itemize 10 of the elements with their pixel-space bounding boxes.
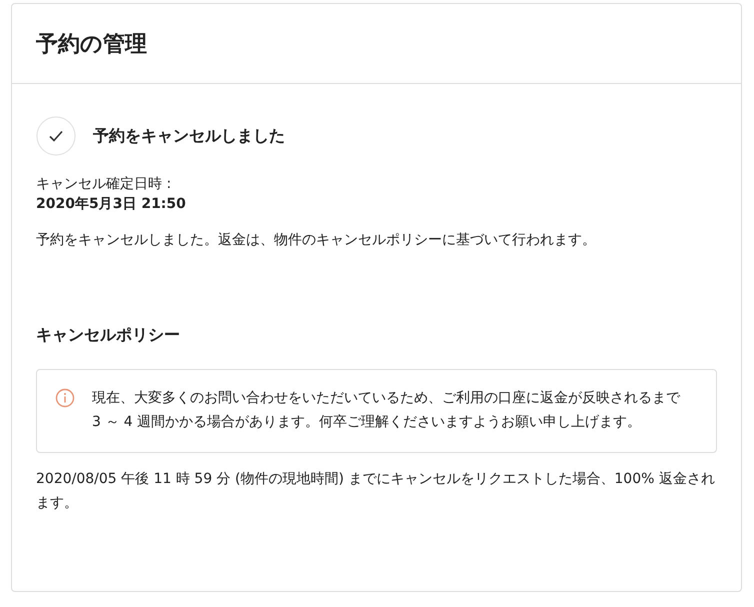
confirmation-date: 2020年5月3日 21:50 (36, 195, 187, 213)
policy-terms: 2020/08/05 午後 11 時 59 分 (物件の現地時間) までにキャンセルをリクエストした場合、100% 返金されます。 (36, 470, 716, 513)
policy-heading: キャンセルポリシー (36, 325, 181, 346)
confirmation-label: キャンセル確定日時 : (36, 175, 172, 193)
page-title: 予約の管理 (36, 30, 147, 58)
check-icon (36, 116, 76, 156)
cancellation-message: 予約をキャンセルしました。返金は、物件のキャンセルポリシーに基づいて行われます。 (36, 231, 597, 249)
notice-text: 現在、大変多くのお問い合わせをいただいているため、ご利用の口座に返金が反映されるまで 3 ～ 4 週間かかる場合があります。何卒ご理解くださいますようお願い申し上げます。 (92, 389, 682, 432)
status-title: 予約をキャンセルしました (93, 126, 285, 146)
info-icon (55, 388, 75, 408)
